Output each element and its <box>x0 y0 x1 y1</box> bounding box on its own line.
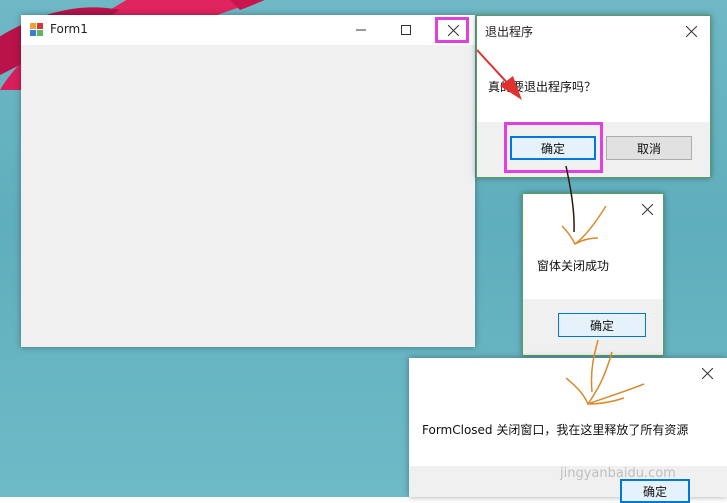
watermark: jingyanbaidu.com <box>560 466 676 481</box>
exit-dialog-message: 真的要退出程序吗？ <box>488 80 597 94</box>
close-button[interactable] <box>431 15 475 45</box>
form1-titlebar[interactable]: Form1 <box>21 15 475 45</box>
formclosed-dialog-body: FormClosed 关闭窗口，我在这里释放了所有资源 <box>409 388 727 466</box>
close-icon <box>641 203 653 215</box>
closed-dialog-close-button[interactable] <box>631 194 663 224</box>
form1-title: Form1 <box>50 22 88 36</box>
formclosed-dialog-message: FormClosed 关闭窗口，我在这里释放了所有资源 <box>422 423 689 437</box>
exit-dialog-title: 退出程序 <box>485 25 534 39</box>
formclosed-dialog-close-button[interactable] <box>689 358 725 388</box>
formclosed-dialog-titlebar[interactable] <box>409 358 727 388</box>
maximize-button[interactable] <box>384 15 428 45</box>
exit-dialog-titlebar[interactable]: 退出程序 <box>477 16 710 46</box>
closed-dialog-message: 窗体关闭成功 <box>537 259 610 273</box>
closed-ok-button[interactable]: 确定 <box>558 313 646 337</box>
close-icon <box>701 367 713 379</box>
closed-dialog-body: 窗体关闭成功 <box>523 224 663 300</box>
exit-dialog-body: 真的要退出程序吗？ <box>477 46 710 123</box>
minimize-icon <box>356 29 366 31</box>
exit-dialog: 退出程序 真的要退出程序吗？ 确定 取消 <box>476 15 711 178</box>
cancel-button[interactable]: 取消 <box>606 136 692 160</box>
exit-dialog-close-button[interactable] <box>673 16 709 46</box>
closed-dialog: 窗体关闭成功 确定 <box>522 193 664 356</box>
formclosed-ok-button[interactable]: 确定 <box>620 479 690 503</box>
maximize-icon <box>401 25 411 35</box>
close-icon <box>447 24 459 36</box>
exit-dialog-footer: 确定 取消 <box>477 122 710 177</box>
form1-client-area <box>21 45 475 347</box>
ok-button[interactable]: 确定 <box>510 136 596 160</box>
closed-dialog-titlebar[interactable] <box>523 194 663 224</box>
close-icon <box>685 25 697 37</box>
minimize-button[interactable] <box>339 15 383 45</box>
app-icon <box>30 23 43 36</box>
form1-window: Form1 <box>21 15 475 347</box>
closed-dialog-footer: 确定 <box>523 299 663 355</box>
